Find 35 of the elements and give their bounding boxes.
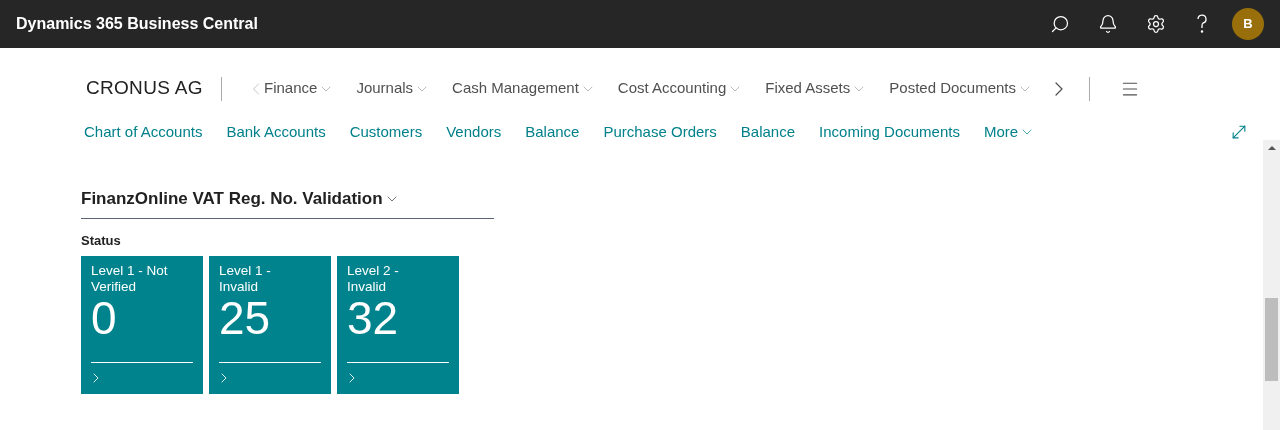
action-link[interactable]: Customers xyxy=(349,120,423,144)
app-title[interactable]: Dynamics 365 Business Central xyxy=(16,12,258,36)
nav-menu[interactable]: Posted Documents xyxy=(889,77,1033,100)
nav-menu[interactable]: Finance xyxy=(264,77,335,100)
action-link[interactable]: Chart of Accounts xyxy=(84,120,203,144)
tile-value: 0 xyxy=(91,295,118,341)
nav-menu[interactable]: Journals xyxy=(356,77,431,100)
more-menu[interactable]: More xyxy=(983,120,1036,144)
tile-label: Level 1 - Not Verified xyxy=(91,263,169,295)
bell-icon[interactable] xyxy=(1098,14,1118,34)
scrollbar[interactable] xyxy=(1263,140,1280,430)
cue-tile[interactable]: Level 1 - Not Verified 0 xyxy=(81,256,203,394)
cue-tile[interactable]: Level 1 - Invalid 25 xyxy=(209,256,331,394)
nav-menu[interactable]: Fixed Assets xyxy=(765,77,868,100)
action-link[interactable]: Balance xyxy=(525,120,580,144)
tile-label: Level 2 - Invalid xyxy=(347,263,400,295)
user-avatar[interactable]: B xyxy=(1232,8,1264,40)
action-link[interactable]: Vendors xyxy=(446,120,502,144)
tile-value: 25 xyxy=(219,295,272,341)
help-icon[interactable] xyxy=(1196,14,1208,34)
cue-tile[interactable]: Level 2 - Invalid 32 xyxy=(337,256,459,394)
scrollbar-thumb[interactable] xyxy=(1265,298,1278,381)
action-link[interactable]: Balance xyxy=(740,120,796,144)
action-link[interactable]: Bank Accounts xyxy=(226,120,326,144)
nav-menu[interactable]: Cost Accounting xyxy=(617,77,744,100)
settings-icon[interactable] xyxy=(1146,14,1166,34)
search-icon[interactable] xyxy=(1050,14,1070,34)
scroll-up-icon[interactable] xyxy=(1267,146,1276,150)
action-link[interactable]: Purchase Orders xyxy=(603,120,717,144)
action-link[interactable]: Incoming Documents xyxy=(819,120,960,144)
tile-label: Level 1 - Invalid xyxy=(219,263,272,295)
section-title: FinanzOnline VAT Reg. No. Validation xyxy=(81,188,383,210)
nav-menu[interactable]: Cash Management xyxy=(452,77,596,100)
tile-value: 32 xyxy=(347,295,400,341)
group-label: Status xyxy=(81,231,122,250)
